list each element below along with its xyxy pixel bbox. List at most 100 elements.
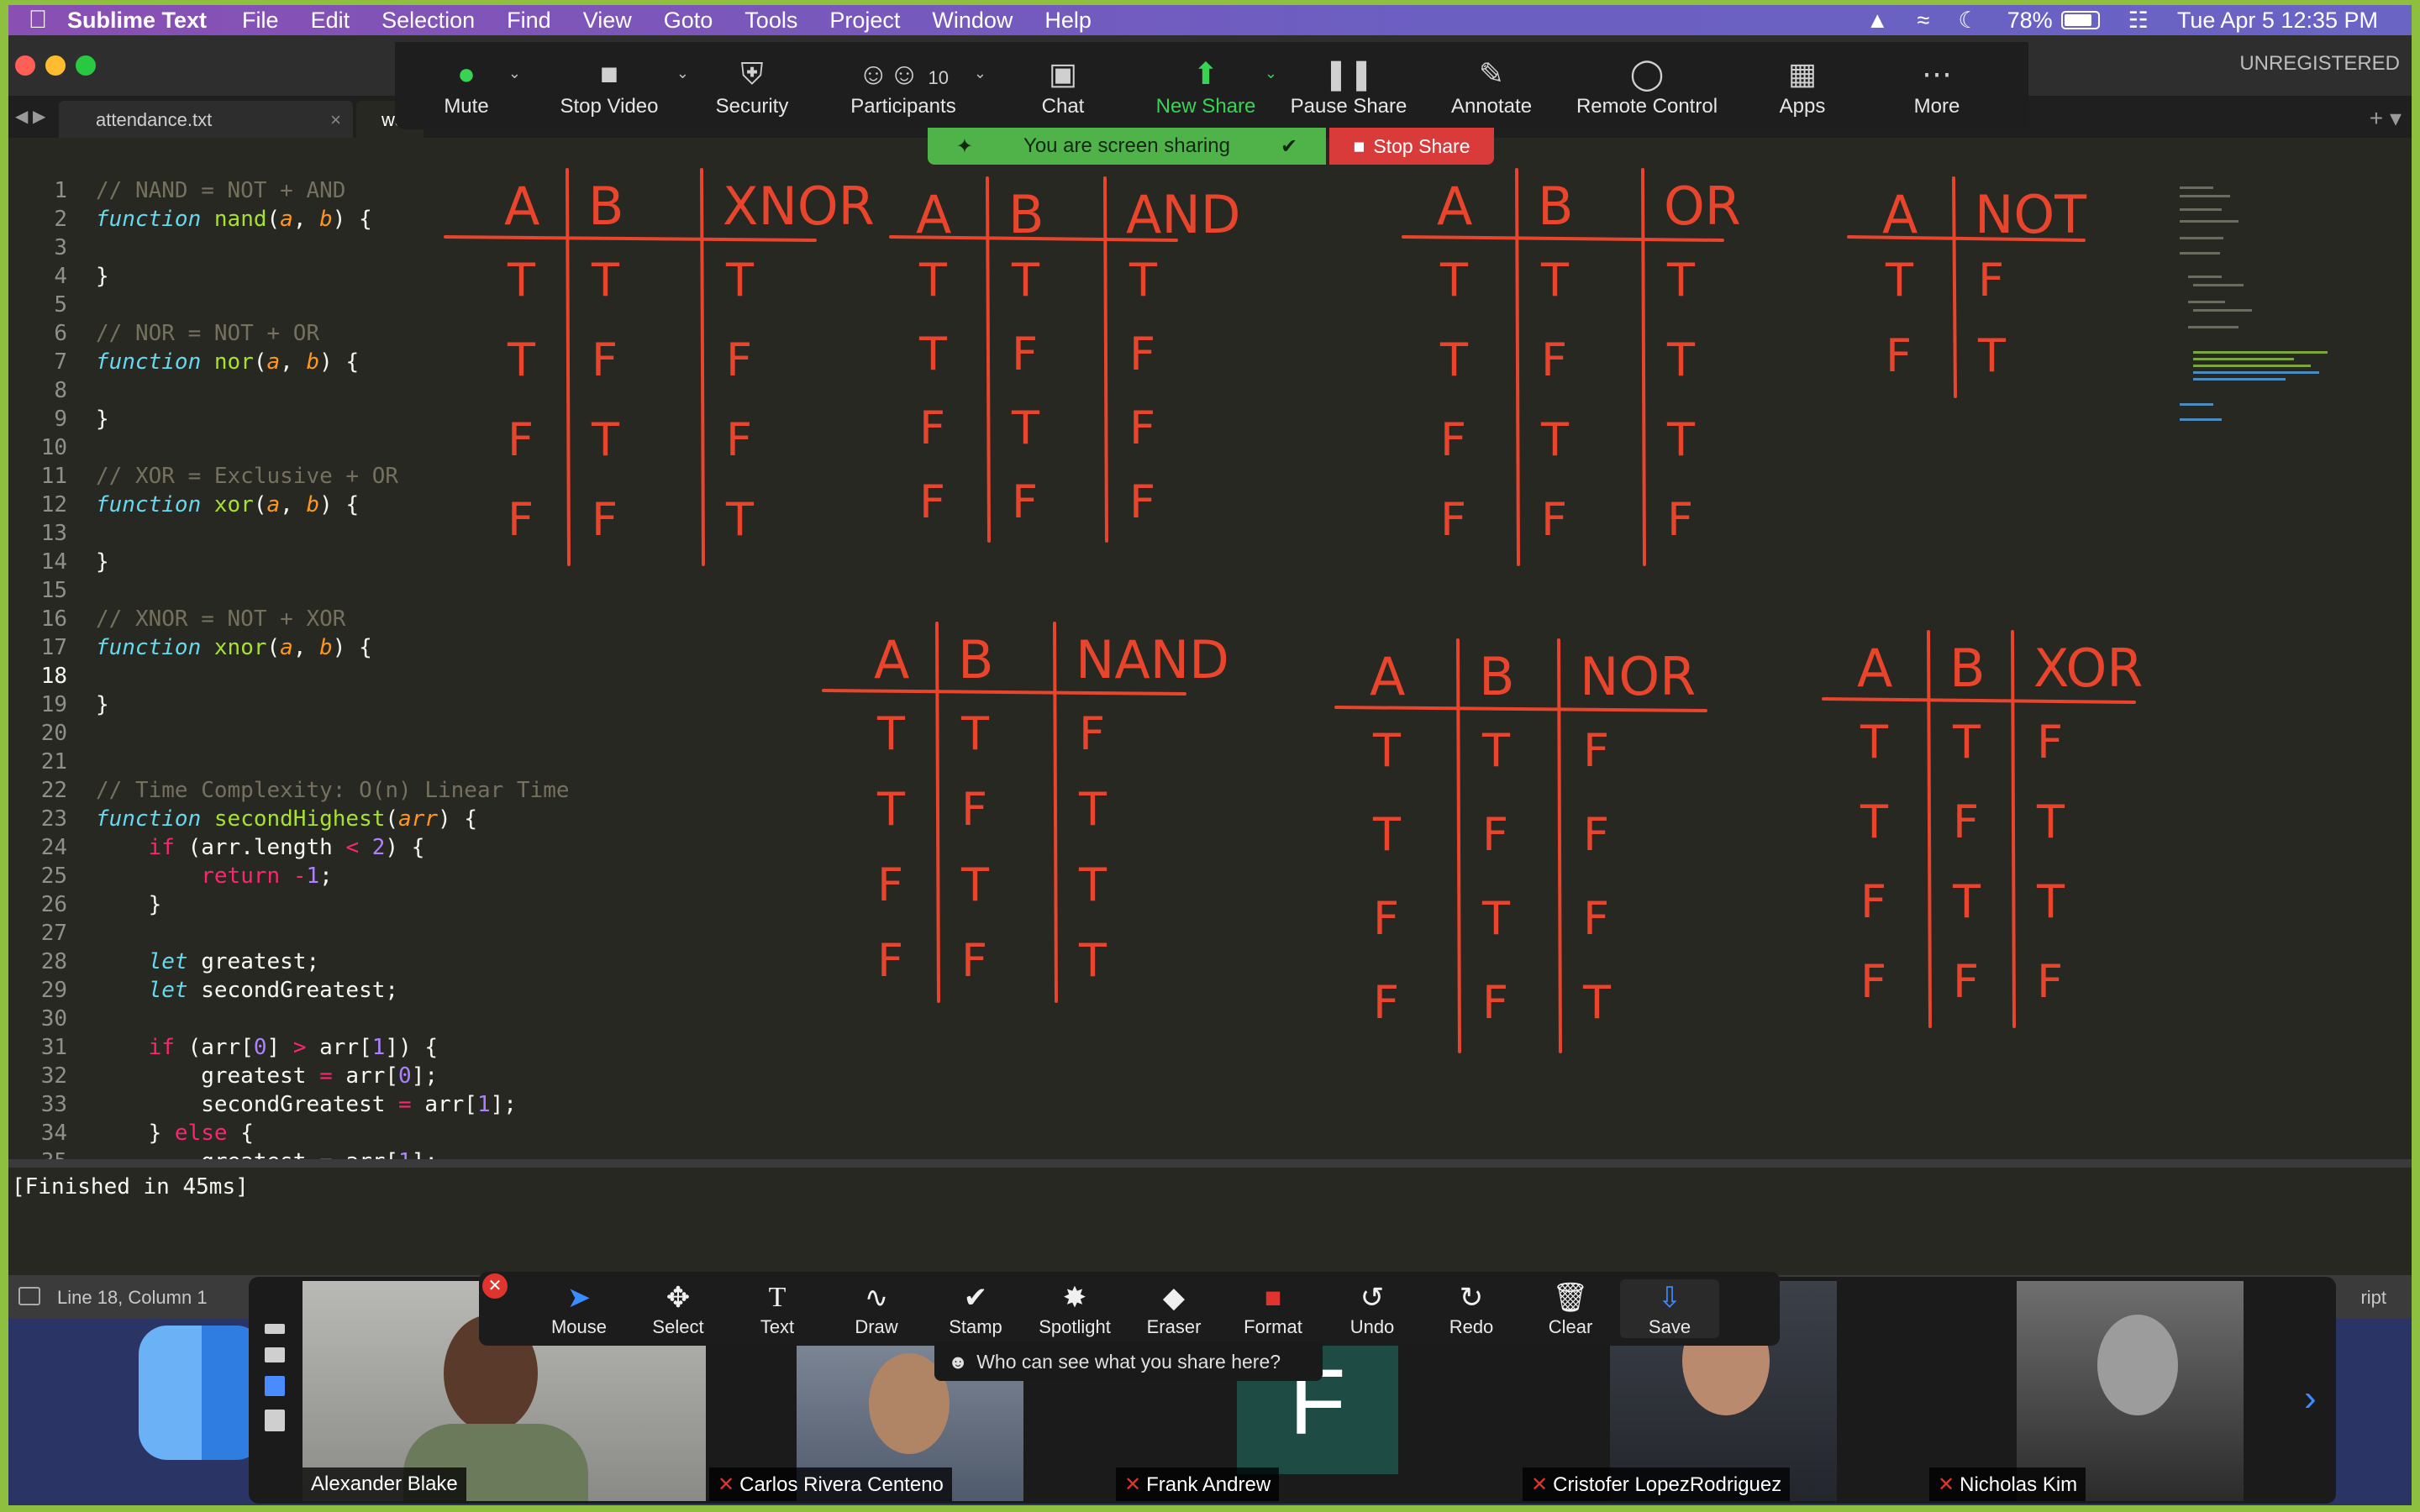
truth-table-cell: F (1583, 892, 1609, 945)
menu-view[interactable]: View (583, 8, 632, 34)
tool-stamp[interactable]: ✔ Stamp (926, 1279, 1025, 1338)
screen-sharing-banner[interactable]: ✦ You are screen sharing ✔ (928, 128, 1326, 165)
tool-eraser[interactable]: ◆ Eraser (1124, 1279, 1223, 1338)
menubar-datetime[interactable]: Tue Apr 5 12:35 PM (2177, 8, 2378, 34)
menu-project[interactable]: Project (829, 8, 900, 34)
pause-share-button[interactable]: ❚❚ Pause Share (1277, 53, 1420, 118)
truth-table-header: NAND (1076, 629, 1229, 690)
tool-redo[interactable]: ↻ Redo (1422, 1279, 1521, 1338)
line-number: 29 (40, 978, 67, 1003)
zoom-window-button[interactable] (76, 55, 96, 76)
truth-table-header: B (1538, 176, 1574, 237)
mute-button[interactable]: ● Mute ⌄ (403, 53, 529, 118)
truth-table-header: NOR (1580, 646, 1696, 707)
chevron-down-icon[interactable]: ⌄ (676, 65, 689, 82)
menu-goto[interactable]: Goto (664, 8, 713, 34)
tool-undo[interactable]: ↺ Undo (1323, 1279, 1422, 1338)
more-label: More (1913, 95, 1960, 118)
battery-icon[interactable] (2060, 11, 2100, 29)
new-share-button[interactable]: ⬆ New Share ⌄ (1134, 53, 1277, 118)
truth-table-cell: T (1439, 254, 1469, 307)
tool-clear[interactable]: 🗑 Clear (1521, 1279, 1620, 1338)
tool-select[interactable]: ✥ Select (629, 1279, 728, 1338)
apps-button[interactable]: ▦ Apps (1731, 53, 1874, 118)
gallery-view-icon[interactable] (265, 1410, 285, 1431)
menu-app-name[interactable]: Sublime Text (67, 8, 207, 34)
tool-label: Eraser (1146, 1316, 1202, 1337)
stop-square-icon: ■ (1353, 134, 1365, 157)
close-annotation-icon[interactable]: ✕ (482, 1273, 508, 1299)
tab-label: attendance.txt (96, 109, 213, 130)
security-button[interactable]: ⛨ Security (689, 53, 815, 118)
close-window-button[interactable] (15, 55, 35, 76)
tab-list-chevron-icon[interactable]: ▾ (2390, 105, 2402, 131)
tab-nav-arrows[interactable]: ◀ ▶ (15, 106, 45, 127)
more-button[interactable]: ⋯ More (1874, 53, 2000, 118)
annotation-drawing: A B XNORT T TT F FF T FF F TA B ANDT T TT F FF T FF F FA B ORT… (444, 168, 2143, 1053)
menu-window[interactable]: Window (932, 8, 1013, 34)
line-number: 7 (54, 349, 67, 375)
apple-icon[interactable]:  (8, 6, 67, 34)
chevron-down-icon[interactable]: ⌄ (974, 65, 986, 82)
participant-name-text: Cristofer LopezRodriguez (1553, 1473, 1782, 1496)
code-line: } else { (96, 1121, 254, 1146)
strip-view-icon[interactable] (265, 1376, 285, 1396)
stop-share-button[interactable]: ■ Stop Share (1329, 128, 1494, 165)
control-center-icon[interactable]: ☷ (2128, 8, 2149, 34)
who-can-see-button[interactable]: ☻ Who can see what you share here? (934, 1342, 1323, 1381)
minimize-window-button[interactable] (45, 55, 66, 76)
tool-save[interactable]: ⇩ Save (1620, 1279, 1719, 1338)
chevron-right-icon[interactable]: › (2304, 1378, 2317, 1420)
tab-attendance[interactable]: attendance.txt × (59, 101, 353, 138)
chevron-down-icon[interactable]: ⌄ (1265, 65, 1277, 82)
panel-toggle-icon[interactable] (18, 1287, 40, 1305)
drive-icon[interactable]: ▲ (1866, 8, 1889, 34)
tab-close-icon[interactable]: × (330, 109, 341, 131)
pause-icon: ❚❚ (1323, 56, 1375, 91)
truth-table-header: A (1437, 176, 1472, 237)
line-number: 3 (54, 235, 67, 260)
cursor-position[interactable]: Line 18, Column 1 (57, 1287, 208, 1309)
checkmark-icon: ✔ (963, 1282, 988, 1314)
syntax-label[interactable]: ript (2360, 1287, 2386, 1309)
drawn-stroke (1456, 638, 1461, 1053)
menu-tools[interactable]: Tools (744, 8, 797, 34)
chevron-right-icon[interactable]: ▶ (33, 108, 45, 126)
moon-icon[interactable]: ☾ (1958, 8, 1978, 34)
participant-tile[interactable]: ✕ Nicholas Kim (1929, 1281, 2299, 1501)
annotate-button[interactable]: ✎ Annotate (1420, 53, 1563, 118)
tool-spotlight[interactable]: ✸ Spotlight (1025, 1279, 1124, 1338)
chat-button[interactable]: ▣ Chat (992, 53, 1134, 118)
menu-file[interactable]: File (242, 8, 279, 34)
stop-video-button[interactable]: ■ Stop Video ⌄ (529, 53, 690, 118)
wifi-icon[interactable]: ≈ (1918, 8, 1930, 34)
remote-control-button[interactable]: ◯ Remote Control (1563, 53, 1731, 118)
undo-icon: ↺ (1360, 1282, 1385, 1314)
menu-help[interactable]: Help (1044, 8, 1092, 34)
truth-table-cell: F (1541, 333, 1567, 386)
minimize-strip-icon[interactable] (265, 1324, 285, 1334)
truth-table-cell: T (2036, 795, 2065, 848)
new-tab-icon[interactable]: + (2370, 105, 2383, 131)
finder-icon[interactable] (139, 1326, 265, 1460)
tool-draw[interactable]: ∿ Draw (827, 1279, 926, 1338)
tool-format[interactable]: ■ Format (1223, 1279, 1323, 1338)
menu-edit[interactable]: Edit (311, 8, 350, 34)
menu-selection[interactable]: Selection (381, 8, 475, 34)
stop-video-label: Stop Video (560, 95, 659, 118)
participants-button[interactable]: ☺☺ 10 Participants ⌄ (815, 53, 992, 118)
line-number: 33 (40, 1092, 67, 1117)
single-view-icon[interactable] (265, 1347, 285, 1362)
drawn-stroke (986, 176, 991, 543)
chevron-down-icon[interactable]: ⌄ (508, 65, 521, 82)
tool-text[interactable]: T Text (728, 1279, 827, 1338)
tool-mouse[interactable]: ➤ Mouse (529, 1279, 629, 1338)
zoom-share-toolbar: ● Mute ⌄ ■ Stop Video ⌄ ⛨ Security ☺☺ 10… (395, 42, 2028, 129)
minimap[interactable] (2176, 183, 2336, 460)
truth-table-cell: F (1860, 955, 1886, 1008)
truth-table-cell: T (1666, 254, 1696, 307)
mouse-icon: ◯ (1629, 56, 1665, 91)
menu-find[interactable]: Find (507, 8, 551, 34)
strip-view-controls[interactable] (249, 1310, 301, 1462)
chevron-left-icon[interactable]: ◀ (15, 108, 28, 126)
